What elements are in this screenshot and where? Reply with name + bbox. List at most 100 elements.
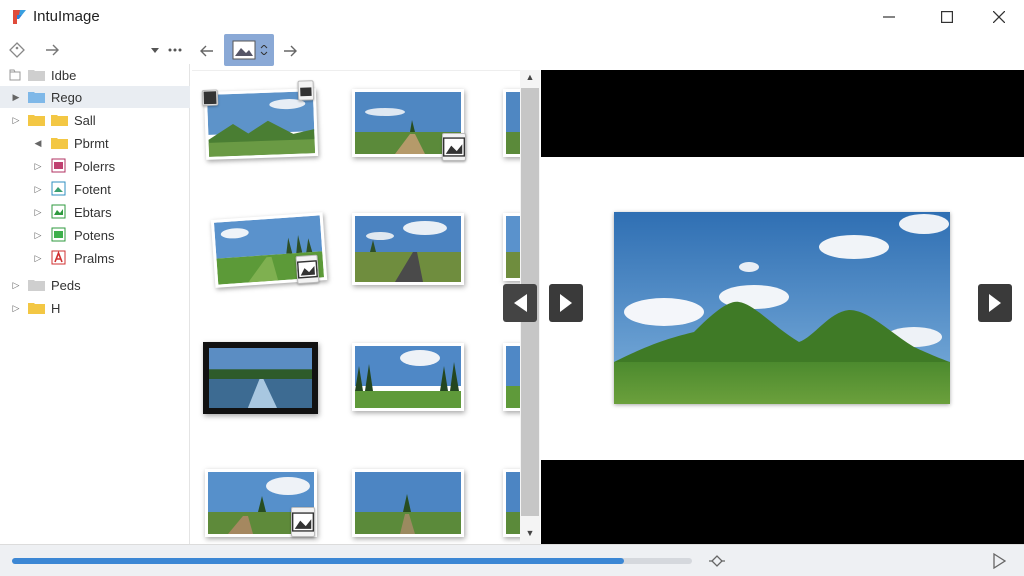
- tree-item-pbrmt[interactable]: ◀ Pbrmt: [0, 132, 190, 154]
- minimize-icon: [883, 16, 895, 18]
- image-thumbnail[interactable]: [503, 469, 520, 537]
- forward-arrow-icon: [46, 44, 59, 56]
- tree-item-polerrs[interactable]: ▷ Polerrs: [0, 155, 190, 177]
- status-bar: [0, 544, 1024, 576]
- image-thumbnail[interactable]: [203, 342, 318, 414]
- scroll-up-icon[interactable]: ▲: [524, 72, 536, 84]
- chevron-right-icon[interactable]: ▶: [11, 92, 21, 102]
- thumbnail-grid: [192, 70, 520, 544]
- tree-item-label: Rego: [51, 89, 83, 105]
- previous-icon: [514, 294, 527, 312]
- image-badge-icon: [295, 254, 320, 285]
- chevron-right-icon[interactable]: ▷: [33, 230, 43, 240]
- tag-icon: [9, 42, 25, 58]
- app-logo-icon: [13, 10, 26, 24]
- folder-tree: Idbe ▶ Rego ▷ Sall ◀ Pbrmt ▷ Polerrs ▷ F…: [0, 64, 190, 544]
- chevron-right-icon[interactable]: ▷: [11, 280, 21, 290]
- tree-item-label: Ebtars: [74, 204, 112, 220]
- maximize-button[interactable]: [924, 0, 970, 34]
- tree-item-label: Polerrs: [74, 158, 116, 174]
- image-thumbnail[interactable]: [205, 469, 317, 537]
- image-preview-pane: [503, 70, 1024, 544]
- image-thumbnail[interactable]: [503, 213, 520, 281]
- play-icon: [993, 552, 1007, 570]
- image-thumbnail[interactable]: [352, 213, 464, 285]
- landscape-image: [506, 216, 520, 278]
- chevron-right-icon[interactable]: ▷: [33, 207, 43, 217]
- folder-outline-icon: [9, 69, 21, 81]
- image-badge-icon: [291, 507, 315, 537]
- image-view-icon: [232, 40, 256, 60]
- forward-button[interactable]: [280, 41, 300, 61]
- tag-button[interactable]: [7, 40, 27, 60]
- title-bar: IntuImage: [0, 0, 1024, 34]
- folder-icon: [28, 280, 45, 291]
- rotate-button[interactable]: [708, 553, 726, 569]
- close-icon: [993, 11, 1005, 23]
- mountain-landscape-image: [614, 212, 950, 404]
- maximize-icon: [941, 11, 953, 23]
- image-thumbnail[interactable]: [210, 212, 328, 288]
- play-button[interactable]: [992, 552, 1008, 570]
- image-thumbnail[interactable]: [201, 80, 319, 160]
- back-button[interactable]: [197, 41, 217, 61]
- chevron-down-icon: [260, 45, 268, 55]
- chevron-right-icon[interactable]: ▷: [33, 253, 43, 263]
- tree-item-label: Pbrmt: [74, 135, 109, 151]
- tree-item-idbe[interactable]: Idbe: [0, 64, 190, 86]
- previous-button[interactable]: [503, 284, 537, 322]
- tree-item-label: Sall: [74, 112, 96, 128]
- dropdown-icon: [151, 48, 159, 53]
- chevron-down-icon[interactable]: ◀: [33, 138, 43, 148]
- chevron-right-icon[interactable]: ▷: [11, 115, 21, 125]
- image-file-icon: [51, 227, 66, 242]
- app-title: IntuImage: [33, 8, 100, 25]
- dropdown-button[interactable]: [145, 40, 165, 60]
- tree-item-sall[interactable]: ▷ Sall: [0, 109, 190, 131]
- image-thumbnail[interactable]: [352, 469, 464, 537]
- chevron-right-icon[interactable]: ▷: [33, 184, 43, 194]
- tree-item-ebtars[interactable]: ▷ Ebtars: [0, 201, 190, 223]
- tree-item-label: Potens: [74, 227, 115, 243]
- image-thumbnail[interactable]: [352, 343, 464, 411]
- tree-item-rego[interactable]: ▶ Rego: [0, 86, 190, 108]
- image-thumbnail[interactable]: [352, 89, 466, 161]
- next-button[interactable]: [549, 284, 583, 322]
- tree-item-label: Fotent: [74, 181, 111, 197]
- tree-item-h[interactable]: ▷ H: [0, 297, 190, 319]
- tree-item-fotent[interactable]: ▷ Fotent: [0, 178, 190, 200]
- chevron-right-icon[interactable]: ▷: [33, 161, 43, 171]
- image-view-button[interactable]: [224, 34, 274, 66]
- image-file-icon: [51, 181, 66, 196]
- pdf-file-icon: [51, 250, 66, 265]
- image-badge-icon: [442, 133, 466, 161]
- landscape-image: [506, 92, 520, 154]
- tree-item-potens[interactable]: ▷ Potens: [0, 224, 190, 246]
- more-button[interactable]: [165, 40, 185, 60]
- folder-icon: [28, 303, 45, 314]
- tree-item-label: Pralms: [74, 250, 115, 266]
- scroll-down-icon[interactable]: ▼: [524, 528, 536, 540]
- landscape-image: [355, 216, 461, 282]
- progress-bar: [12, 558, 692, 564]
- progress-fill: [12, 558, 624, 564]
- minimize-button[interactable]: [866, 0, 912, 34]
- lake-image: [209, 348, 312, 408]
- image-thumbnail[interactable]: [503, 343, 520, 411]
- next-icon: [560, 294, 572, 312]
- next-image-button[interactable]: [978, 284, 1012, 322]
- tree-item-label: Peds: [51, 277, 81, 293]
- next-icon: [989, 294, 1001, 312]
- tree-item-peds[interactable]: ▷ Peds: [0, 274, 190, 296]
- document-badge-icon: [297, 80, 315, 101]
- thumbnail-toolbar: [191, 34, 541, 68]
- image-thumbnail[interactable]: [503, 89, 520, 157]
- chevron-right-icon[interactable]: ▷: [11, 303, 21, 313]
- forward-button[interactable]: [42, 40, 62, 60]
- folder-icon: [28, 115, 45, 126]
- landscape-image: [206, 91, 316, 157]
- forest-image: [506, 346, 520, 408]
- forward-arrow-icon: [284, 45, 297, 57]
- tree-item-pralms[interactable]: ▷ Pralms: [0, 247, 190, 269]
- close-button[interactable]: [976, 0, 1022, 34]
